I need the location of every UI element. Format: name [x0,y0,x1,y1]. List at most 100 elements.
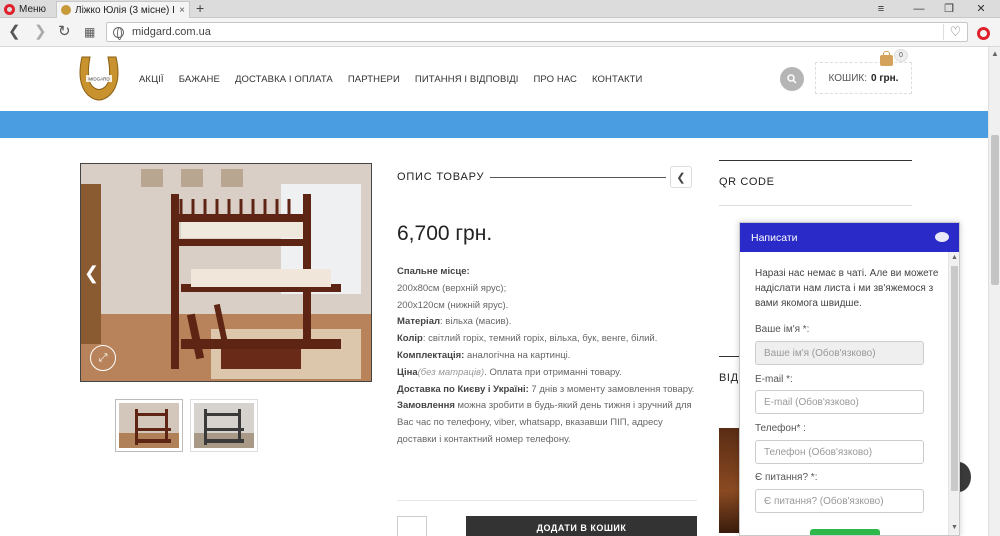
product-thumbnail[interactable] [115,399,183,452]
opera-logo-icon [4,3,15,15]
sidebar-section-title: ВІД [719,372,739,384]
back-arrow-icon[interactable]: ❮ [8,24,21,40]
cart-total: 0 грн. [871,72,899,84]
spec-value: 200х120см (нижній ярус). [397,299,509,311]
midgard-horseshoe-logo[interactable]: MIDGARD [76,53,122,103]
spec-value: 200х80см (верхній ярус); [397,282,507,294]
search-button[interactable] [780,67,804,91]
description-title: ОПИС ТОВАРУ [397,171,485,183]
bookmark-heart-icon[interactable]: ♡ [943,24,967,40]
phone-label: Телефон* : [755,423,806,434]
name-label: Ваше ім'я *: [755,324,810,335]
nav-item-about[interactable]: ПРО НАС [533,74,577,85]
spec-label: Спальне місце: [397,266,470,277]
spec-value: 7 днів з моменту замовлення товару. [528,383,695,395]
new-tab-button[interactable]: + [196,0,204,17]
spec-label: Колір [397,333,423,345]
chat-scroll-thumb[interactable] [951,266,958,491]
site-header: MIDGARD АКЦІЇ БАЖАНЕ ДОСТАВКА І ОПЛАТА П… [0,47,988,111]
spec-label: Комплектація: [397,349,465,361]
scroll-down-icon[interactable]: ▼ [951,524,958,531]
email-field[interactable]: E-mail (Обов'язково) [755,390,924,414]
reload-icon[interactable]: ↻ [58,24,71,40]
nav-item-contacts[interactable]: КОНТАКТИ [592,74,642,85]
chat-body: Наразі нас немає в чаті. Але ви можете н… [740,252,959,535]
shopping-bag-icon[interactable] [880,51,893,66]
browser-tab[interactable]: Ліжко Юлія (3 місне) Інте × [56,1,190,18]
sidebar-divider [719,160,912,161]
spec-label: Доставка по Києву і Україні: [397,383,529,395]
spec-value: : вільха (масив). [440,316,512,328]
speed-dial-grid-icon[interactable]: ▦ [84,24,95,40]
thumbnail-bed-grey-image [194,403,254,448]
main-nav: АКЦІЇ БАЖАНЕ ДОСТАВКА І ОПЛАТА ПАРТНЕРИ … [139,74,642,85]
url-text: midgard.com.ua [132,26,211,38]
product-price: 6,700 грн. [397,222,493,245]
product-thumbnail[interactable] [190,399,258,452]
tab-title: Ліжко Юлія (3 місне) Інте [75,4,175,16]
spec-label: Ціна [397,366,418,378]
url-field[interactable]: midgard.com.ua ♡ [106,22,968,42]
quantity-input[interactable] [397,516,427,536]
search-icon [787,74,797,84]
spec-label: Матеріал [397,316,441,328]
banner-strip [0,111,988,138]
spec-value: : світлий горіх, темний горіх, вільха, б… [422,333,658,345]
thumbnail-bed-dark-image [119,403,179,448]
product-main-image[interactable] [80,163,372,382]
qr-code-title: QR CODE [719,176,775,188]
spec-value: аналогічна на картинці. [464,349,571,361]
scroll-up-icon[interactable]: ▲ [951,254,958,261]
name-field[interactable]: Ваше ім'я (Обов'язково) [755,341,924,365]
sidebar-product-image[interactable] [719,428,740,533]
site-favicon-icon [61,5,71,15]
forward-arrow-icon[interactable]: ❯ [34,24,47,40]
cart-count-badge: 0 [894,49,908,62]
question-field[interactable]: Є питання? (Обов'язково) [755,489,924,513]
opera-menu-icon[interactable] [977,27,990,40]
phone-field[interactable]: Телефон (Обов'язково) [755,440,924,464]
chevron-left-icon[interactable]: ❮ [670,166,692,188]
add-to-cart-button[interactable]: ДОДАТИ В КОШИК [466,516,697,536]
browser-tab-bar: Меню Ліжко Юлія (3 місне) Інте × + ≡ — ❐… [0,0,1000,18]
address-toolbar: ❮ ❯ ↻ ▦ midgard.com.ua ♡ [0,18,1000,47]
globe-icon [113,26,124,40]
email-label: E-mail *: [755,374,793,385]
zoom-expand-icon[interactable]: ⤢ [90,345,116,371]
close-window-button[interactable]: ✕ [966,0,996,18]
cart-label: КОШИК: [828,72,867,84]
nav-item-partners[interactable]: ПАРТНЕРИ [348,74,400,85]
title-divider [490,177,666,178]
question-label: Є питання? *: [755,472,818,483]
chat-header[interactable]: Написати [740,223,959,252]
bunk-bed-photo [81,164,371,381]
spec-value: . Оплата при отриманні товару. [484,366,622,378]
page-scrollbar[interactable]: ▲ [988,47,1000,536]
cart-summary[interactable]: КОШИК: 0 грн. [815,62,912,94]
chat-bubble-icon[interactable] [935,232,949,242]
gallery-prev-arrow-icon[interactable]: ❮ [84,263,99,284]
spec-label: Замовлення [397,400,455,412]
product-description: Спальне місце: 200х80см (верхній ярус); … [397,264,697,449]
browser-menu-button[interactable]: Меню [0,0,52,18]
nav-item-faq[interactable]: ПИТАННЯ І ВІДПОВІДІ [415,74,519,85]
spec-note: (без матраців) [417,366,485,378]
logo-text: MIDGARD [88,77,110,82]
send-button[interactable] [810,529,880,535]
offline-message: Наразі нас немає в чаті. Але ви можете н… [755,268,939,309]
scroll-up-icon[interactable]: ▲ [991,49,999,58]
tab-close-icon[interactable]: × [179,5,185,16]
maximize-button[interactable]: ❐ [934,0,964,18]
nav-item-delivery[interactable]: ДОСТАВКА І ОПЛАТА [235,74,333,85]
chat-scrollbar[interactable]: ▲ ▼ [948,252,959,535]
minimize-button[interactable]: — [904,0,934,18]
chat-widget: Написати Наразі нас немає в чаті. Але ви… [739,222,960,536]
nav-item-wishlist[interactable]: БАЖАНЕ [179,74,220,85]
page-scroll-thumb[interactable] [991,135,999,285]
sidebar-divider [719,205,912,206]
section-divider [397,500,697,501]
tab-menu-icon[interactable]: ≡ [866,0,896,18]
chat-header-title: Написати [751,231,798,244]
nav-item-akcii[interactable]: АКЦІЇ [139,74,164,85]
browser-menu-label: Меню [19,3,47,15]
